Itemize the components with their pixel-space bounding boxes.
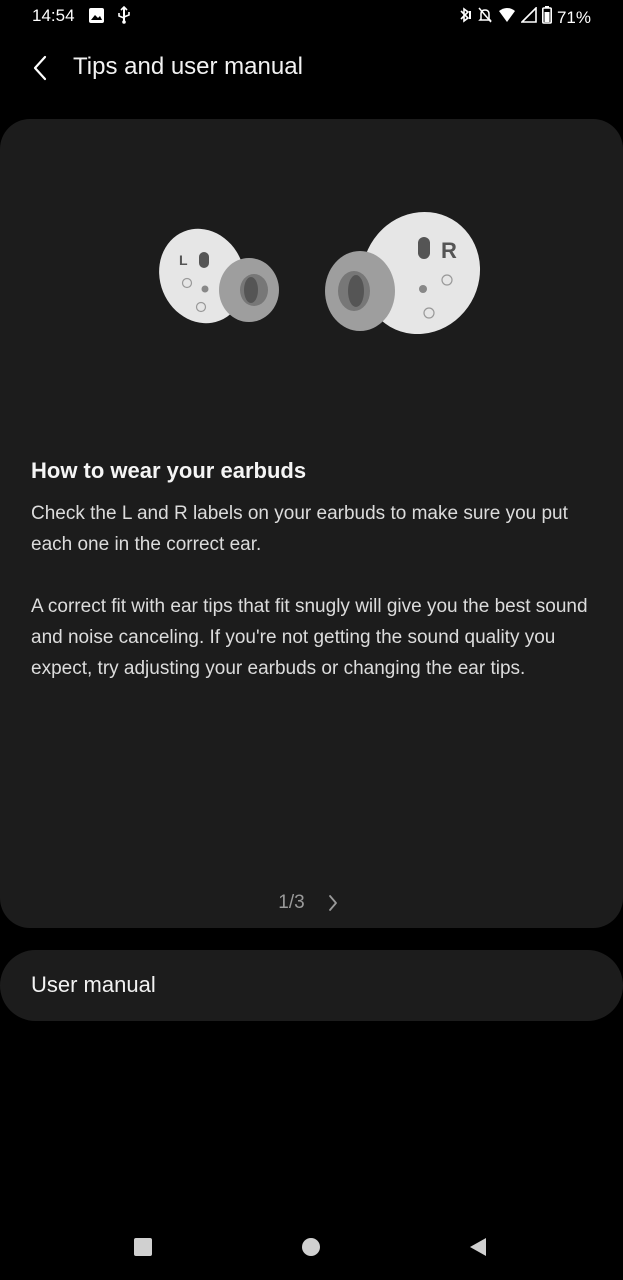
next-tip-button[interactable] bbox=[321, 891, 345, 915]
chevron-left-icon bbox=[33, 55, 47, 81]
navigation-bar bbox=[0, 1215, 623, 1280]
square-icon bbox=[134, 1238, 152, 1256]
tip-title: How to wear your earbuds bbox=[31, 458, 307, 483]
tips-pager: 1/3 bbox=[0, 891, 623, 915]
right-earbud-label: R bbox=[441, 238, 457, 263]
chevron-right-icon bbox=[328, 895, 337, 911]
battery-percentage: 71% bbox=[556, 7, 591, 27]
triangle-back-icon bbox=[470, 1238, 486, 1256]
wifi-icon bbox=[498, 7, 516, 28]
status-time: 14:54 bbox=[32, 6, 75, 25]
user-manual-button[interactable]: User manual bbox=[0, 950, 623, 1021]
nav-back-button[interactable] bbox=[458, 1227, 498, 1267]
battery-icon bbox=[541, 6, 552, 29]
status-bar: 14:54 71% bbox=[0, 0, 623, 34]
tips-card: L R How to wear your earbuds Check the L… bbox=[0, 119, 623, 928]
mute-icon bbox=[477, 6, 493, 29]
right-earbud: R bbox=[325, 211, 481, 335]
signal-icon bbox=[520, 6, 537, 28]
left-earbud: L bbox=[159, 228, 279, 324]
page-indicator: 1/3 bbox=[278, 892, 305, 913]
page-title: Tips and user manual bbox=[73, 53, 303, 80]
bluetooth-icon bbox=[458, 6, 472, 29]
usb-icon bbox=[117, 5, 131, 29]
tip-paragraph-2: A correct fit with ear tips that fit snu… bbox=[31, 596, 588, 679]
image-icon bbox=[88, 7, 105, 29]
status-right-icons: 71% bbox=[458, 6, 591, 29]
back-button[interactable] bbox=[22, 50, 58, 86]
tip-paragraph-1: Check the L and R labels on your earbuds… bbox=[31, 503, 568, 555]
circle-icon bbox=[302, 1238, 320, 1256]
left-earbud-label: L bbox=[179, 252, 188, 268]
user-manual-label: User manual bbox=[31, 972, 156, 997]
status-left-icons bbox=[88, 5, 131, 29]
earbuds-illustration: L R bbox=[159, 211, 481, 335]
app-bar: Tips and user manual bbox=[0, 40, 623, 96]
home-button[interactable] bbox=[291, 1227, 331, 1267]
recent-apps-button[interactable] bbox=[123, 1227, 163, 1267]
